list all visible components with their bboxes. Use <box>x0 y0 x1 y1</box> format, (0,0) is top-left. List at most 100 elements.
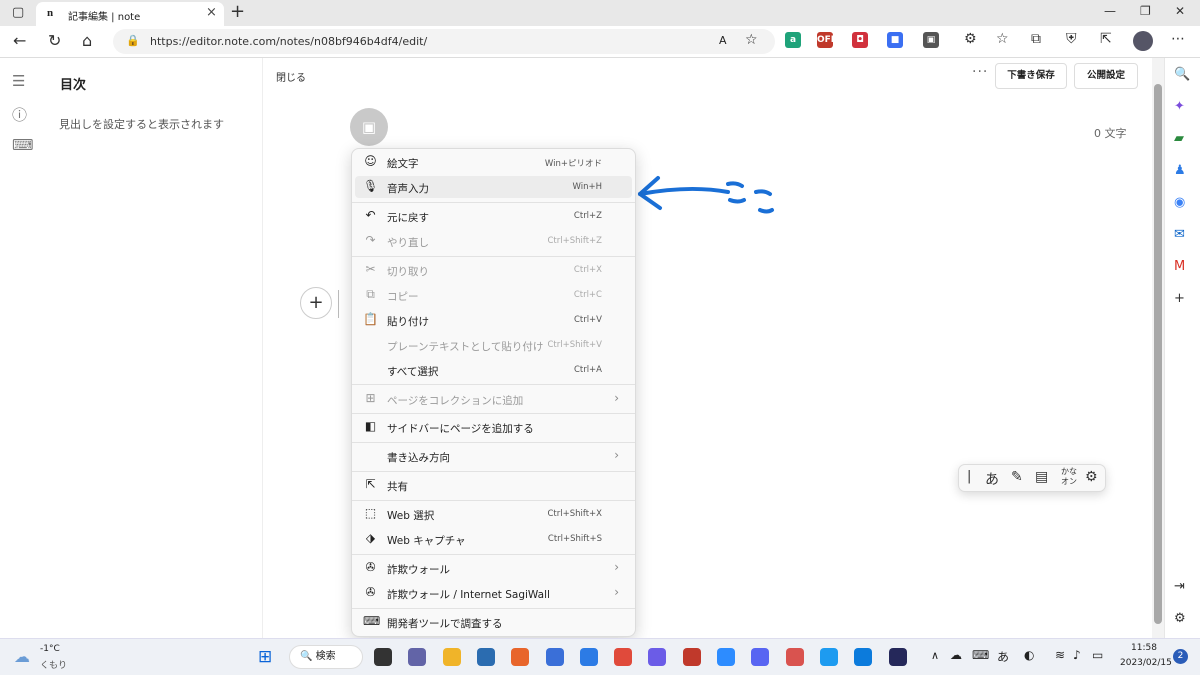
clock-time[interactable]: 11:58 <box>1131 643 1157 653</box>
taskbar-search[interactable]: 🔍 検索 <box>289 645 363 669</box>
menu-item[interactable]: ☺ 絵文字 Win+ピリオド <box>355 151 632 173</box>
profile-avatar[interactable] <box>1133 31 1153 51</box>
chrome-icon[interactable] <box>614 648 633 666</box>
toc-icon[interactable]: ☰ <box>12 72 25 90</box>
zoom-icon[interactable] <box>717 648 735 666</box>
home-button[interactable]: ⌂ <box>82 31 92 50</box>
box-ext-icon[interactable]: ▣ <box>923 32 939 48</box>
save-draft-button[interactable]: 下書き保存 <box>995 63 1067 89</box>
hide-sidebar-icon[interactable]: ⇥ <box>1174 579 1185 594</box>
menu-item[interactable]: ⬚ Web 選択 Ctrl+Shift+X <box>355 503 632 525</box>
app2-icon[interactable] <box>648 648 667 666</box>
shield-ext-icon[interactable]: ◘ <box>852 32 868 48</box>
store-icon[interactable] <box>476 648 495 666</box>
search-icon[interactable]: 🔍 <box>1174 67 1190 82</box>
collections-icon[interactable]: ⧉ <box>1031 31 1041 47</box>
scrollbar-thumb[interactable] <box>1154 84 1162 624</box>
task-view-icon[interactable] <box>374 648 392 666</box>
menu-item[interactable]: ✂ 切り取り Ctrl+X <box>355 259 632 281</box>
status-icon[interactable]: ◐ <box>1024 648 1034 662</box>
start-icon[interactable]: ⊞ <box>258 647 272 667</box>
file-explorer-icon[interactable] <box>442 648 461 666</box>
notification-badge[interactable]: 2 <box>1173 649 1188 664</box>
menu-item[interactable]: ⧉ コピー Ctrl+C <box>355 284 632 306</box>
games-icon[interactable]: ♟ <box>1174 163 1186 178</box>
url-field[interactable]: 🔒 https://editor.note.com/notes/n08bf946… <box>113 29 775 54</box>
tab-active[interactable]: n 記事編集 | note × <box>36 2 224 26</box>
clock-date[interactable]: 2023/02/15 <box>1120 658 1172 668</box>
twitter-icon[interactable] <box>819 648 838 666</box>
maximize-button[interactable]: ❐ <box>1140 4 1151 18</box>
favorite-star-icon[interactable]: ☆ <box>745 32 758 48</box>
a-ext-icon[interactable]: a <box>785 32 801 48</box>
app3-icon[interactable] <box>785 648 804 666</box>
volume-icon[interactable]: ♪ <box>1073 648 1081 662</box>
menu-item[interactable]: ✇ 詐欺ウォール / Internet SagiWall › <box>355 582 632 604</box>
off-ext-icon[interactable]: OFF <box>817 32 837 48</box>
battery-icon[interactable]: ▭ <box>1092 648 1103 662</box>
keyboard-tray-icon[interactable]: ⌨ <box>972 648 989 662</box>
window-close-button[interactable]: ✕ <box>1175 4 1185 18</box>
menu-item[interactable]: すべて選択 Ctrl+A <box>355 359 632 381</box>
sidebar-settings-icon[interactable]: ⚙ <box>1174 611 1186 626</box>
tab-close-icon[interactable]: × <box>206 5 217 20</box>
menu-item[interactable]: ⊞ ページをコレクションに追加 › <box>355 388 632 410</box>
publish-settings-button[interactable]: 公開設定 <box>1074 63 1138 89</box>
keyboard-icon[interactable]: ⌨ <box>12 136 34 154</box>
outlook-icon[interactable]: ✉ <box>1174 227 1185 242</box>
menu-item[interactable]: ⬗ Web キャプチャ Ctrl+Shift+S <box>355 528 632 550</box>
edge-icon[interactable] <box>854 648 873 666</box>
tools-icon[interactable]: ▰ <box>1174 131 1184 146</box>
ime-handwriting-icon[interactable]: ✎ <box>1011 469 1023 485</box>
new-tab-button[interactable]: + <box>230 1 245 22</box>
amazon-music-icon[interactable] <box>888 648 907 666</box>
menu-item[interactable]: 📋 貼り付け Ctrl+V <box>355 309 632 331</box>
add-sidebar-icon[interactable]: + <box>1174 291 1185 306</box>
extensions-icon[interactable]: ⚙ <box>964 31 977 47</box>
back-button[interactable]: ← <box>13 31 26 50</box>
mail-ext-icon[interactable] <box>545 648 564 666</box>
office-icon[interactable]: ◉ <box>1174 195 1185 210</box>
tray-chevron-icon[interactable]: ∧ <box>931 649 939 662</box>
menu-item[interactable]: 書き込み方向 › <box>355 445 632 467</box>
favorites-icon[interactable]: ☆ <box>996 31 1009 47</box>
discover-icon[interactable]: ✦ <box>1174 99 1185 114</box>
ime-dictionary-icon[interactable]: ▤ <box>1035 469 1048 485</box>
close-button[interactable]: 閉じる <box>276 69 306 84</box>
teams-icon[interactable] <box>408 648 427 666</box>
menu-item[interactable]: 🎙 音声入力 Win+H <box>355 176 632 198</box>
tab-actions-icon[interactable]: ▢ <box>12 5 24 20</box>
ime-grip-icon[interactable]: | <box>967 469 971 484</box>
gmail-icon[interactable]: M <box>1174 259 1185 274</box>
chat-ext-icon[interactable]: ■ <box>887 32 903 48</box>
share-icon[interactable]: ⇱ <box>1100 31 1112 47</box>
weather-icon[interactable]: ☁ <box>14 647 30 666</box>
add-image-button[interactable]: ▣ <box>350 108 388 146</box>
mcafee-icon[interactable] <box>682 648 701 666</box>
onedrive-icon[interactable]: ☁ <box>950 648 962 662</box>
ime-indicator[interactable]: あ <box>997 648 1009 665</box>
ime-hiragana-button[interactable]: あ <box>985 469 999 489</box>
mail-icon[interactable] <box>579 648 598 666</box>
add-block-button[interactable]: + <box>300 287 332 319</box>
menu-item[interactable]: ✇ 詐欺ウォール › <box>355 557 632 579</box>
menu-item[interactable]: ⌨ 開発者ツールで調査する <box>355 611 632 633</box>
discord-icon[interactable] <box>751 648 770 666</box>
scrollbar[interactable] <box>1152 58 1164 638</box>
minimize-button[interactable]: — <box>1104 4 1116 18</box>
ime-kana-toggle[interactable]: かな オン <box>1061 467 1077 487</box>
wifi-icon[interactable]: ≋ <box>1055 648 1065 662</box>
menu-item[interactable]: プレーンテキストとして貼り付け Ctrl+Shift+V <box>355 334 632 356</box>
settings-more-icon[interactable]: ⋯ <box>1171 31 1185 47</box>
app-icon[interactable] <box>511 648 530 666</box>
menu-item[interactable]: ↶ 元に戻す Ctrl+Z <box>355 205 632 227</box>
browser-essentials-icon[interactable]: ⛨ <box>1066 31 1077 47</box>
help-icon[interactable]: ⓘ <box>12 104 27 125</box>
more-options-button[interactable]: ··· <box>972 64 988 80</box>
menu-item[interactable]: ◧ サイドバーにページを追加する <box>355 416 632 438</box>
menu-item[interactable]: ↷ やり直し Ctrl+Shift+Z <box>355 230 632 252</box>
ime-settings-icon[interactable]: ⚙ <box>1085 469 1098 485</box>
refresh-button[interactable]: ↻ <box>48 31 61 50</box>
menu-item[interactable]: ⇱ 共有 <box>355 474 632 496</box>
read-aloud-icon[interactable]: A <box>719 34 727 47</box>
